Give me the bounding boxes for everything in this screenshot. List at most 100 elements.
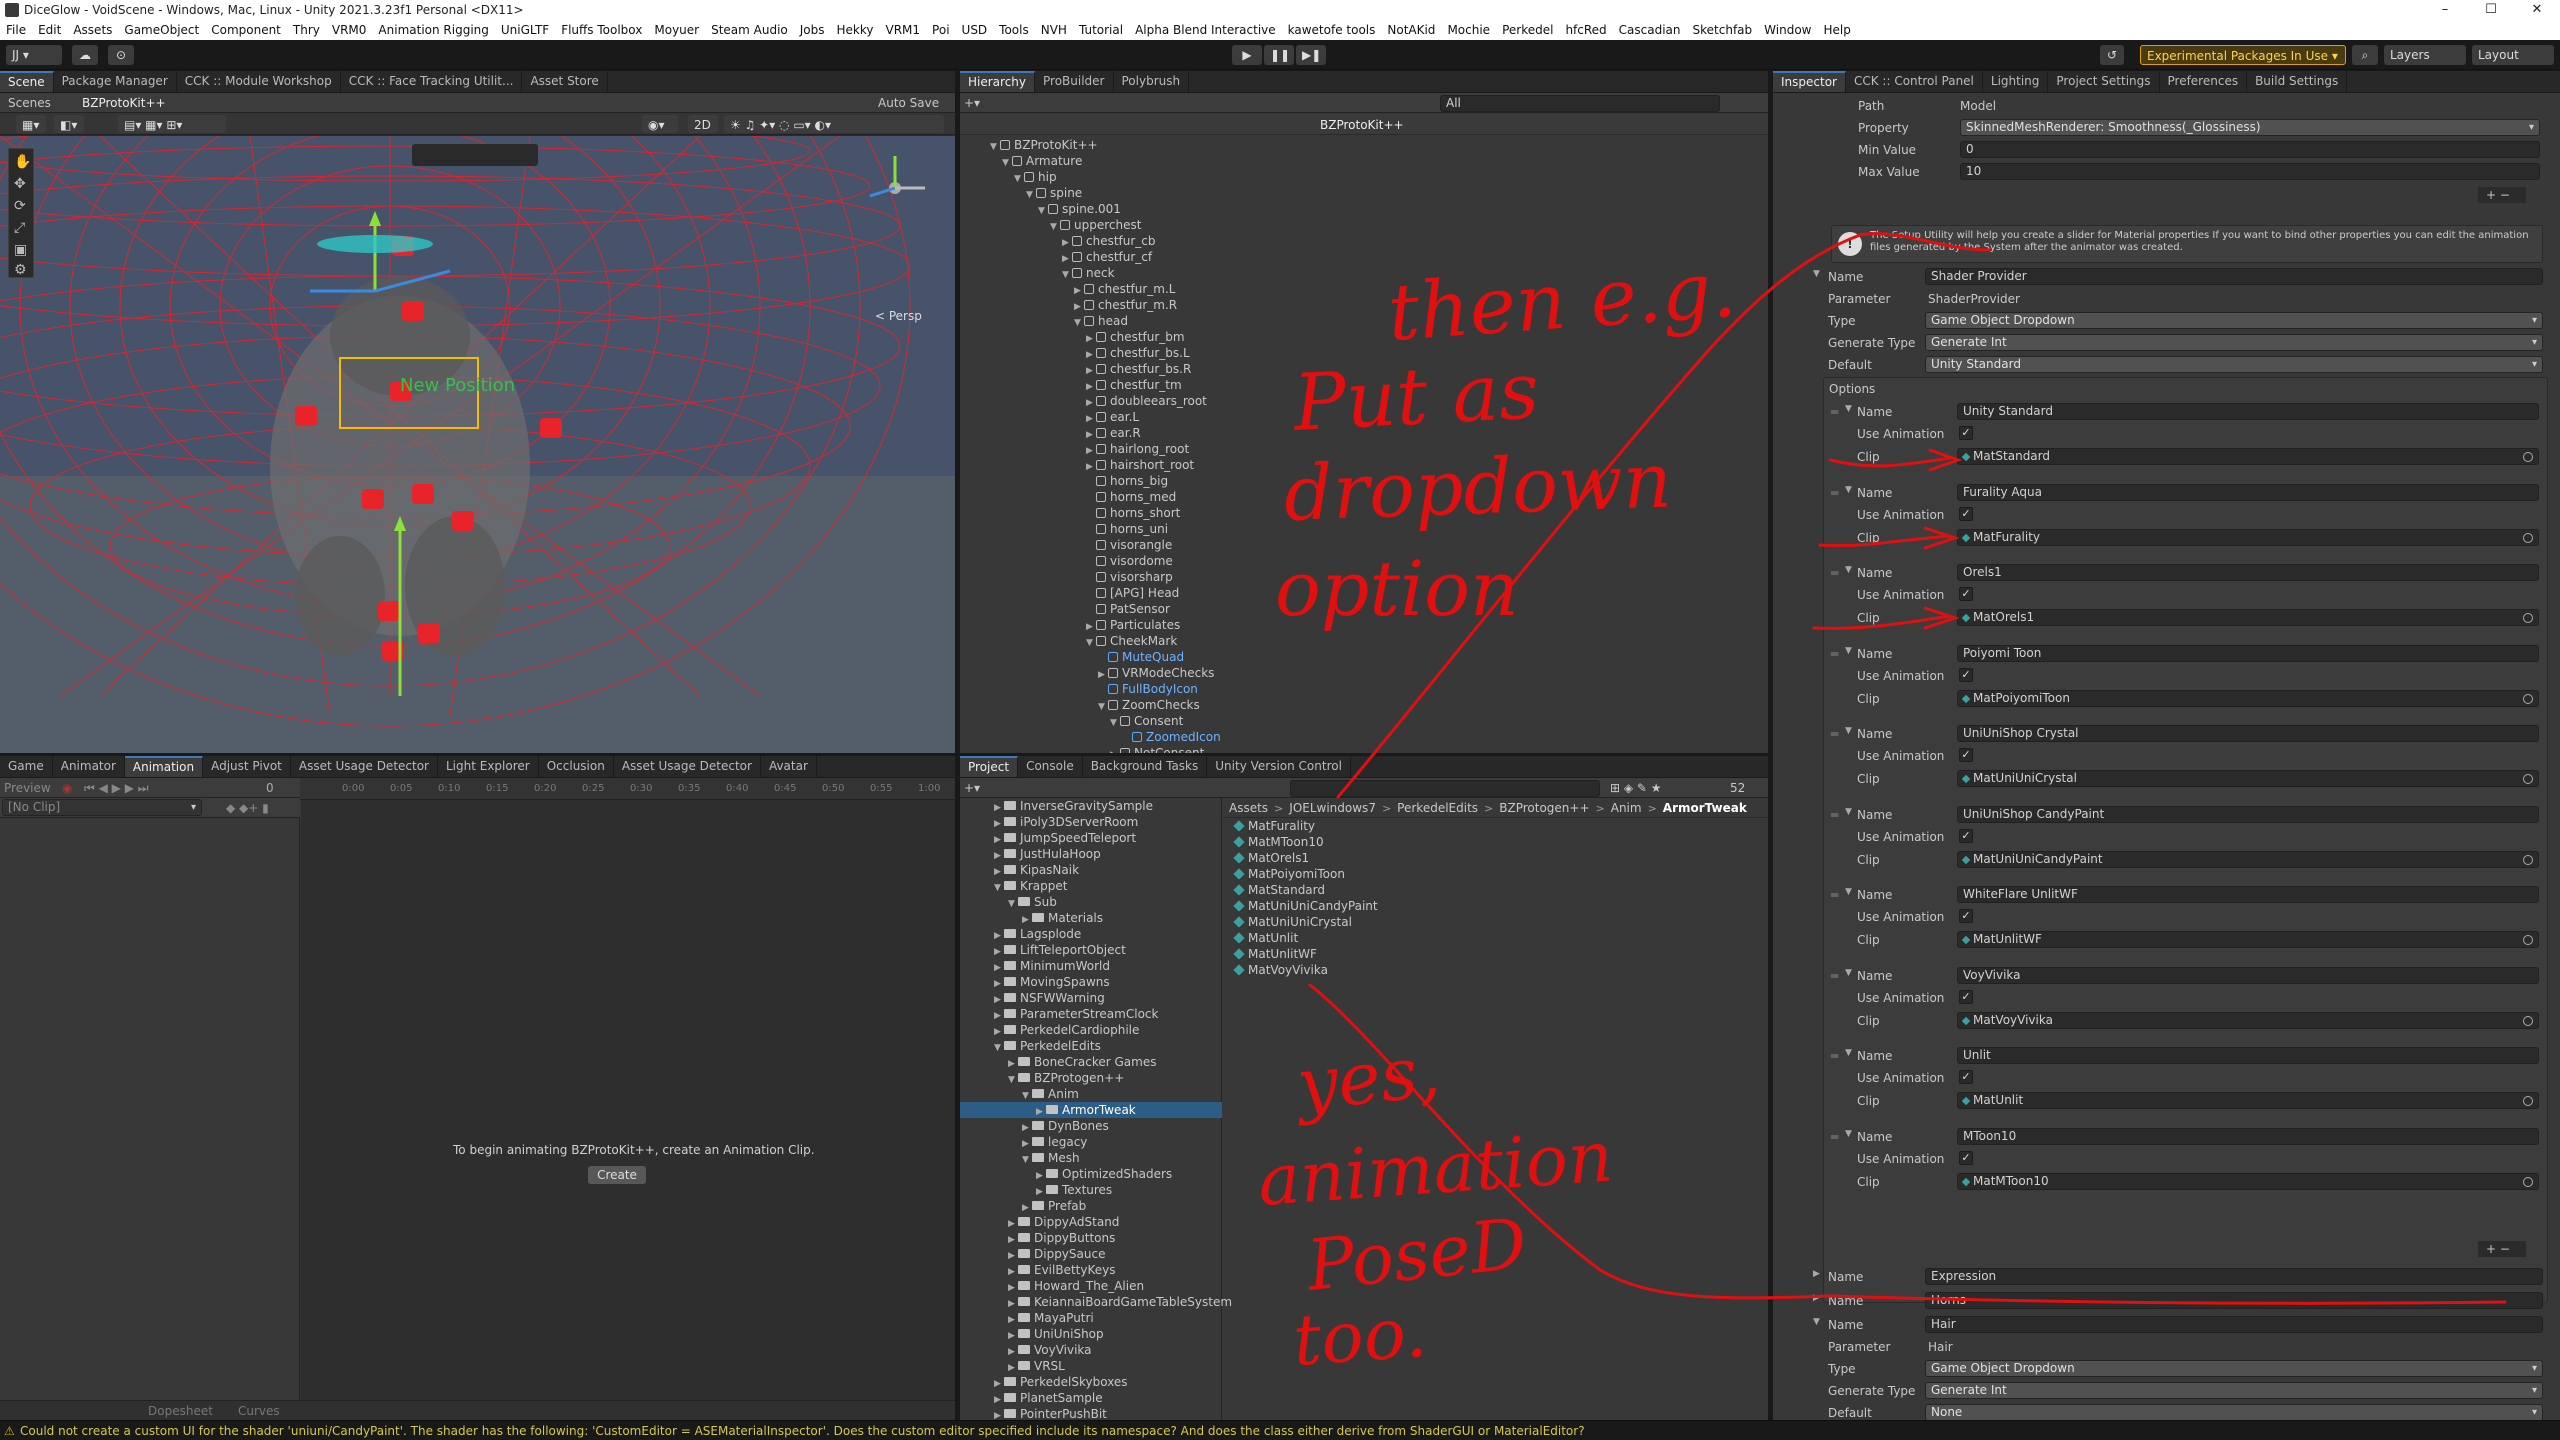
project-folder[interactable]: ▶ NSFWWarning	[960, 990, 1222, 1006]
drag-handle[interactable]: ═	[1831, 968, 1838, 984]
clip-field[interactable]: MatOrels1	[1957, 609, 2539, 626]
add-remove-buttons[interactable]: + −	[2478, 187, 2526, 203]
project-add-button[interactable]: +▾	[964, 780, 980, 796]
hierarchy-item[interactable]: ▼ ZoomChecks	[1098, 697, 1200, 713]
create-clip-button[interactable]: Create	[588, 1166, 646, 1184]
scene-viewport[interactable]: New Position < Persp ✋ ✥ ⟳ ⤢ ▣ ⚙	[0, 136, 955, 753]
option-name-field[interactable]: UniUniShop CandyPaint	[1957, 805, 2539, 823]
animation-tab-avatar[interactable]: Avatar	[761, 756, 817, 777]
drag-handle[interactable]: ═	[1831, 1048, 1838, 1064]
draw-mode-dropdown[interactable]: ▦▾	[16, 115, 46, 133]
shader-default-dropdown[interactable]: Unity Standard	[1925, 356, 2543, 373]
foldout-arrow[interactable]: ▼	[1845, 646, 1855, 656]
scenes-label[interactable]: Scenes	[8, 95, 51, 111]
project-folder[interactable]: ▶ VoyVivika	[960, 1342, 1222, 1358]
drag-handle[interactable]: ═	[1831, 404, 1838, 420]
hierarchy-item[interactable]: ▶ chestfur_bs.R	[1086, 361, 1191, 377]
foldout-arrow[interactable]: ▼	[1110, 715, 1120, 731]
option-name-field[interactable]: Furality Aqua	[1957, 483, 2539, 501]
menu-file[interactable]: File	[0, 23, 32, 37]
animation-clip-item[interactable]: MatStandard	[1233, 882, 1325, 898]
project-folder[interactable]: ▶ JumpSpeedTeleport	[960, 830, 1222, 846]
project-folder[interactable]: ▼ Krappet	[960, 878, 1222, 894]
menu-gameobject[interactable]: GameObject	[118, 23, 205, 37]
project-folder[interactable]: ▶ KeiannaiBoardGameTableSystem	[960, 1294, 1232, 1310]
use-animation-checkbox[interactable]: ✓	[1959, 748, 1973, 762]
menu-mochie[interactable]: Mochie	[1441, 23, 1496, 37]
menu-sketchfab[interactable]: Sketchfab	[1687, 23, 1759, 37]
menu-moyuer[interactable]: Moyuer	[648, 23, 705, 37]
animation-clip-item[interactable]: MatPoiyomiToon	[1233, 866, 1345, 882]
horns-name-field[interactable]: Horns	[1925, 1292, 2543, 1309]
drag-handle[interactable]: ═	[1831, 646, 1838, 662]
hierarchy-item[interactable]: ▶ VRModeChecks	[1098, 665, 1214, 681]
status-message[interactable]: Could not create a custom UI for the sha…	[20, 1424, 1585, 1438]
menu-cascadian[interactable]: Cascadian	[1613, 23, 1687, 37]
hierarchy-item[interactable]: ▶ hairshort_root	[1086, 457, 1194, 473]
use-animation-checkbox[interactable]: ✓	[1959, 506, 1973, 521]
use-animation-checkbox[interactable]: ✓	[1959, 828, 1973, 843]
menu-vrm0[interactable]: VRM0	[326, 23, 373, 37]
pause-button[interactable]: ❚❚	[1264, 45, 1294, 65]
inspector-tab-preferences[interactable]: Preferences	[2160, 71, 2248, 92]
options-add-remove-buttons[interactable]: + −	[2478, 1241, 2526, 1257]
project-folder[interactable]: ▶ legacy	[960, 1134, 1222, 1150]
hierarchy-item[interactable]: ▼ CheekMark	[1086, 633, 1177, 649]
foldout-arrow[interactable]: ▼	[1845, 1129, 1855, 1139]
project-folder[interactable]: ▼ BZProtogen++	[960, 1070, 1222, 1086]
foldout-arrow[interactable]: ▼	[1050, 219, 1060, 235]
inspector-tab-cck-control-panel[interactable]: CCK :: Control Panel	[1846, 71, 1983, 92]
foldout-arrow[interactable]: ▼	[1845, 404, 1855, 414]
min-value-field[interactable]: 0	[1960, 141, 2540, 158]
project-folder[interactable]: ▶ InverseGravitySample	[960, 798, 1222, 814]
project-folder[interactable]: ▶ iPoly3DServerRoom	[960, 814, 1222, 830]
menu-notakid[interactable]: NotAKid	[1381, 23, 1441, 37]
project-folder[interactable]: ▶ OptimizedShaders	[960, 1166, 1222, 1182]
breadcrumb-item[interactable]: Anim	[1611, 801, 1642, 815]
max-value-field[interactable]: 10	[1960, 163, 2540, 180]
auto-save-toggle[interactable]: Auto Save	[878, 95, 939, 111]
dopesheet-tab[interactable]: Dopesheet	[148, 1403, 213, 1419]
foldout-arrow[interactable]: ▼	[1813, 269, 1823, 279]
foldout-arrow[interactable]: ▼	[1038, 203, 1048, 219]
scene-tab-scene[interactable]: Scene	[0, 71, 54, 92]
animation-clip-item[interactable]: MatFurality	[1233, 818, 1315, 834]
project-folder[interactable]: ▶ VRSL	[960, 1358, 1222, 1374]
expression-name-field[interactable]: Expression	[1925, 1268, 2543, 1285]
project-folder[interactable]: ▶ ArmorTweak	[960, 1102, 1222, 1118]
menu-kawetofe-tools[interactable]: kawetofe tools	[1282, 23, 1382, 37]
hierarchy-tab-hierarchy[interactable]: Hierarchy	[960, 71, 1036, 92]
menu-component[interactable]: Component	[205, 23, 287, 37]
animation-clip-item[interactable]: MatVoyVivika	[1233, 962, 1328, 978]
keyframe-buttons[interactable]: ◆ ◆+ ▮	[226, 800, 269, 816]
use-animation-checkbox[interactable]: ✓	[1959, 909, 1973, 923]
menu-edit[interactable]: Edit	[32, 23, 67, 37]
shader-type-dropdown[interactable]: Game Object Dropdown	[1925, 312, 2543, 329]
option-name-field[interactable]: Unity Standard	[1957, 403, 2539, 420]
option-name-field[interactable]: Poiyomi Toon	[1957, 644, 2539, 662]
option-name-field[interactable]: VoyVivika	[1957, 966, 2539, 984]
hair-generate-type-dropdown[interactable]: Generate Int	[1925, 1382, 2543, 1399]
project-tab-project[interactable]: Project	[960, 756, 1019, 777]
object-picker-icon[interactable]	[2523, 613, 2533, 623]
use-animation-checkbox[interactable]: ✓	[1959, 426, 1973, 440]
project-folder[interactable]: ▶ Lagsplode	[960, 926, 1222, 942]
object-picker-icon[interactable]	[2523, 532, 2533, 543]
project-folder[interactable]: ▶ Prefab	[960, 1198, 1222, 1214]
drag-handle[interactable]: ═	[1831, 726, 1838, 742]
hierarchy-item[interactable]: PatSensor	[1086, 601, 1170, 617]
clip-field[interactable]: MatStandard	[1957, 448, 2539, 465]
hierarchy-item[interactable]: horns_big	[1086, 473, 1168, 489]
shading-dropdown[interactable]: ◉▾	[642, 115, 678, 133]
animation-tab-light-explorer[interactable]: Light Explorer	[438, 756, 539, 777]
breadcrumb-item[interactable]: BZProtogen++	[1499, 801, 1589, 815]
foldout-arrow[interactable]: ▼	[1845, 485, 1855, 495]
hierarchy-item[interactable]: ▼ spine	[1026, 185, 1082, 201]
animation-clip-item[interactable]: MatUniUniCandyPaint	[1233, 898, 1378, 914]
drag-handle[interactable]: ═	[1831, 887, 1838, 903]
project-folder[interactable]: ▼ Anim	[960, 1086, 1222, 1102]
animation-tab-occlusion[interactable]: Occlusion	[539, 756, 614, 777]
object-picker-icon[interactable]	[2523, 693, 2533, 704]
hierarchy-item[interactable]: FullBodyIcon	[1098, 681, 1198, 697]
option-name-field[interactable]: Orels1	[1957, 564, 2539, 581]
